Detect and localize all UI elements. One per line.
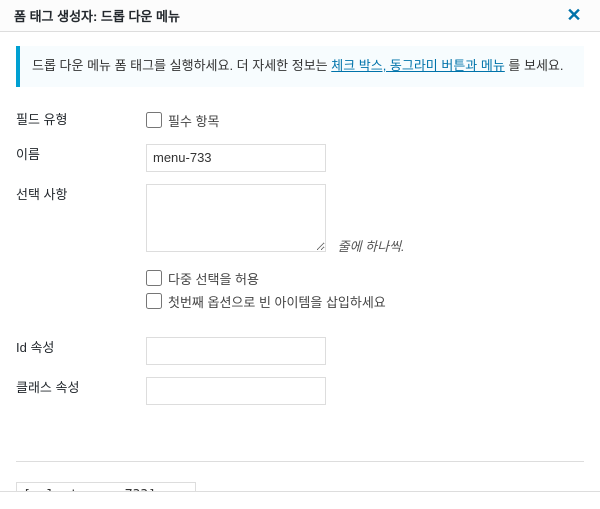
generated-tag-row bbox=[16, 461, 584, 491]
modal-header: 폼 태그 생성자: 드롭 다운 메뉴 ✕ bbox=[0, 0, 600, 32]
form-fields-table: 필드 유형 필수 항목 이름 선택 사항 줄에 하나씩. bbox=[16, 103, 584, 411]
multiple-label: 다중 선택을 허용 bbox=[168, 269, 259, 288]
blank-first-checkbox[interactable] bbox=[146, 293, 162, 309]
close-icon: ✕ bbox=[566, 5, 581, 26]
required-checkbox[interactable] bbox=[146, 112, 162, 128]
name-label: 이름 bbox=[16, 138, 146, 178]
close-button[interactable]: ✕ bbox=[558, 0, 590, 32]
options-label: 선택 사항 bbox=[16, 178, 146, 261]
id-attr-label: Id 속성 bbox=[16, 331, 146, 371]
form-tag-generator-modal: 폼 태그 생성자: 드롭 다운 메뉴 ✕ 드롭 다운 메뉴 폼 태그를 실행하세… bbox=[0, 0, 600, 509]
info-notice: 드롭 다운 메뉴 폼 태그를 실행하세요. 더 자세한 정보는 체크 박스, 동… bbox=[16, 46, 584, 87]
modal-title: 폼 태그 생성자: 드롭 다운 메뉴 bbox=[14, 6, 180, 25]
id-attr-input[interactable] bbox=[146, 337, 326, 365]
class-attr-label: 클래스 속성 bbox=[16, 371, 146, 411]
notice-link[interactable]: 체크 박스, 동그라미 버튼과 메뉴 bbox=[331, 58, 505, 73]
blank-first-label: 첫번째 옵션으로 빈 아이템을 삽입하세요 bbox=[168, 292, 386, 311]
required-label: 필수 항목 bbox=[168, 111, 219, 130]
class-attr-input[interactable] bbox=[146, 377, 326, 405]
name-input[interactable] bbox=[146, 144, 326, 172]
options-textarea[interactable] bbox=[146, 184, 326, 252]
modal-body: 드롭 다운 메뉴 폼 태그를 실행하세요. 더 자세한 정보는 체크 박스, 동… bbox=[0, 32, 600, 491]
generated-tag-input[interactable] bbox=[16, 482, 196, 491]
notice-text-post: 를 보세요. bbox=[505, 58, 564, 73]
field-type-label: 필드 유형 bbox=[16, 103, 146, 138]
options-hint: 줄에 하나씩. bbox=[338, 239, 405, 254]
multiple-checkbox[interactable] bbox=[146, 270, 162, 286]
notice-text-pre: 드롭 다운 메뉴 폼 태그를 실행하세요. 더 자세한 정보는 bbox=[32, 58, 331, 73]
modal-footer-line bbox=[0, 491, 600, 509]
